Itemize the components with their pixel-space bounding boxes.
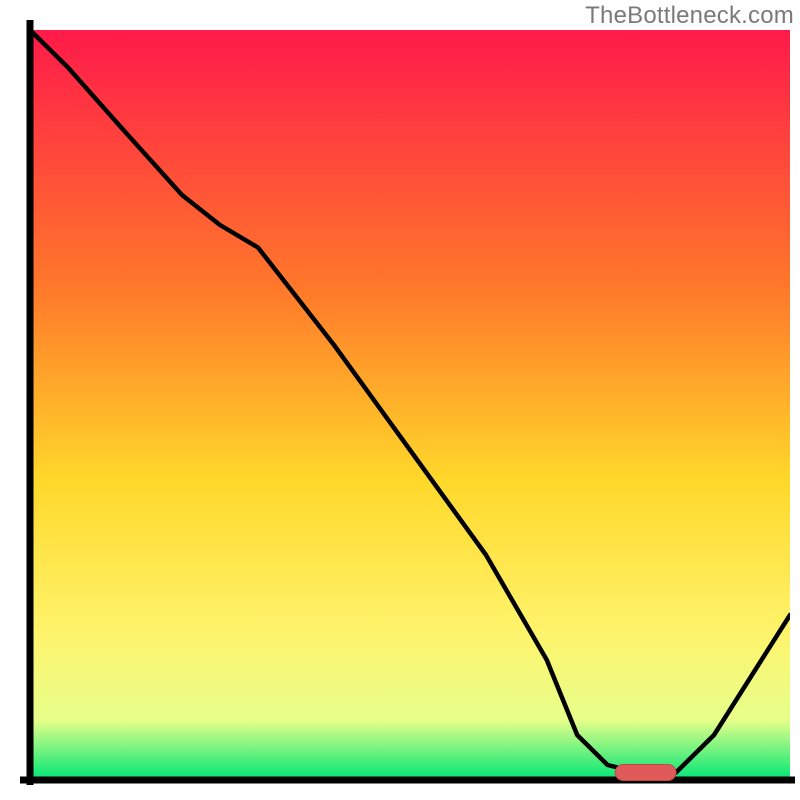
optimum-marker <box>615 765 676 781</box>
chart-container: TheBottleneck.com <box>0 0 800 800</box>
plot-background <box>30 30 790 780</box>
watermark-text: TheBottleneck.com <box>585 2 794 30</box>
bottleneck-chart <box>0 0 800 800</box>
